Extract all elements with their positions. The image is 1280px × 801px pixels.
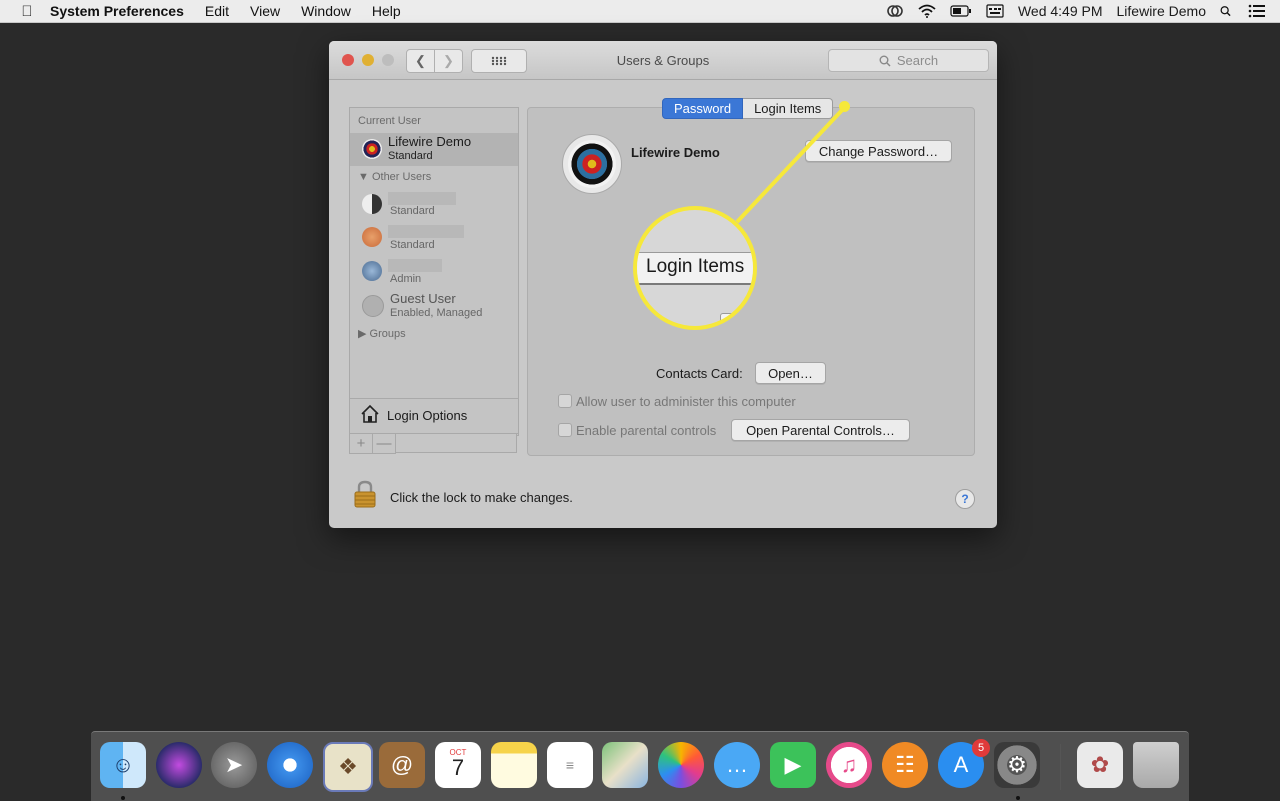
- menu-edit[interactable]: Edit: [205, 3, 229, 19]
- menu-app-name[interactable]: System Preferences: [50, 3, 184, 19]
- guest-user-name: Guest User: [390, 291, 456, 306]
- contacts-icon[interactable]: @: [379, 742, 425, 788]
- guest-user-status: Enabled, Managed: [390, 307, 483, 319]
- apple-menu-icon[interactable]: : [18, 3, 36, 20]
- callout-dot: [839, 101, 850, 112]
- finder-icon[interactable]: ☺: [100, 742, 146, 788]
- target-avatar: [362, 139, 382, 159]
- other-users-header[interactable]: ▼ Other Users: [358, 171, 431, 183]
- preview-icon[interactable]: ✿: [1077, 742, 1123, 788]
- groups-header[interactable]: ▶ Groups: [358, 327, 406, 340]
- user-role: Standard: [390, 239, 435, 251]
- launchpad-icon[interactable]: ➤: [211, 742, 257, 788]
- user-role: Standard: [390, 205, 435, 217]
- menu-bar:  System Preferences Edit View Window He…: [0, 0, 1280, 23]
- running-indicator: [1016, 796, 1020, 800]
- facetime-icon[interactable]: ▶: [770, 742, 816, 788]
- panel-user-name: Lifewire Demo: [631, 145, 720, 160]
- calendar-icon[interactable]: OCT 7: [435, 742, 481, 788]
- magnifier-callout: Login Items: [633, 206, 757, 330]
- lock-icon[interactable]: [354, 480, 376, 508]
- user-picture-frame[interactable]: [562, 134, 622, 194]
- user-list-item-current[interactable]: Lifewire Demo Standard: [350, 133, 518, 166]
- disclosure-triangle-down-icon: ▼: [358, 171, 369, 183]
- title-bar[interactable]: ❮ ❯ Users & Groups Search: [329, 41, 997, 80]
- search-field[interactable]: Search: [828, 49, 989, 72]
- orange-avatar: [362, 227, 382, 247]
- mail-icon[interactable]: ❖: [323, 742, 373, 792]
- running-indicator: [121, 796, 125, 800]
- current-user-role: Standard: [388, 150, 433, 162]
- add-remove-bar: + —: [349, 434, 517, 454]
- creative-cloud-icon[interactable]: [886, 4, 904, 18]
- remove-user-button[interactable]: —: [373, 434, 396, 454]
- allow-admin-checkbox[interactable]: [558, 394, 572, 408]
- user-list-sidebar: Current User Lifewire Demo Standard ▼ Ot…: [349, 107, 519, 436]
- notes-icon[interactable]: [491, 742, 537, 788]
- disclosure-triangle-right-icon: ▶: [358, 328, 367, 340]
- help-button[interactable]: ?: [955, 489, 975, 509]
- magnified-text: Login Items: [646, 256, 745, 277]
- trash-icon[interactable]: [1133, 742, 1179, 788]
- tab-control: Password Login Items: [662, 98, 834, 119]
- system-preferences-icon[interactable]: ⚙: [994, 742, 1040, 788]
- login-options-label: Login Options: [387, 408, 468, 423]
- contacts-card-label: Contacts Card:: [656, 366, 743, 381]
- reminders-icon[interactable]: ≡: [547, 742, 593, 788]
- parental-controls-label: Enable parental controls: [576, 423, 717, 438]
- target-picture-icon: [568, 140, 616, 188]
- add-user-button[interactable]: +: [349, 434, 373, 454]
- house-icon: [361, 404, 379, 423]
- menu-view[interactable]: View: [250, 3, 280, 19]
- contacts-open-button[interactable]: Open…: [755, 362, 826, 384]
- maps-icon[interactable]: [602, 742, 648, 788]
- photos-icon[interactable]: [658, 742, 704, 788]
- messages-icon[interactable]: …: [714, 742, 760, 788]
- magnified-control: [720, 313, 740, 326]
- guest-avatar-icon: [362, 295, 384, 317]
- calendar-day: 7: [451, 754, 465, 780]
- user-role: Admin: [390, 273, 422, 285]
- allow-admin-label: Allow user to administer this computer: [576, 394, 796, 409]
- login-options-item[interactable]: Login Options: [349, 398, 519, 434]
- menu-user[interactable]: Lifewire Demo: [1117, 3, 1206, 19]
- search-placeholder: Search: [896, 53, 939, 68]
- earth-avatar: [362, 261, 382, 281]
- parental-controls-checkbox[interactable]: [558, 423, 572, 437]
- menu-help[interactable]: Help: [372, 3, 401, 19]
- notification-center-icon[interactable]: [1248, 4, 1266, 18]
- open-parental-controls-button[interactable]: Open Parental Controls…: [731, 419, 910, 441]
- menu-clock[interactable]: Wed 4:49 PM: [1018, 3, 1103, 19]
- wifi-icon[interactable]: [918, 4, 936, 18]
- search-icon: [879, 55, 891, 67]
- redacted-name: [388, 192, 456, 205]
- ibooks-icon[interactable]: ☷: [882, 742, 928, 788]
- menu-window[interactable]: Window: [301, 3, 351, 19]
- siri-icon[interactable]: [156, 742, 202, 788]
- itunes-icon[interactable]: ♫: [826, 742, 872, 788]
- tab-login-items[interactable]: Login Items: [743, 98, 834, 119]
- dock-separator: [1060, 744, 1061, 790]
- redacted-name: [388, 225, 464, 238]
- spotlight-search-icon[interactable]: [1220, 4, 1234, 18]
- change-password-button[interactable]: Change Password…: [805, 140, 952, 162]
- yin-yang-avatar: [362, 194, 382, 214]
- lock-message: Click the lock to make changes.: [390, 490, 573, 505]
- redacted-name: [388, 259, 442, 272]
- app-store-badge: 5: [972, 739, 990, 757]
- tab-password[interactable]: Password: [662, 98, 744, 119]
- current-user-header: Current User: [358, 115, 421, 127]
- safari-icon[interactable]: [267, 742, 313, 788]
- dock: ☺ ➤ ❖ @ OCT 7 ≡ … ▶ ♫ ☷ A 5 ⚙ ✿: [91, 731, 1189, 801]
- keyboard-viewer-icon[interactable]: [986, 4, 1004, 18]
- bar-fill: [396, 434, 517, 453]
- battery-icon[interactable]: [950, 4, 972, 18]
- current-user-name: Lifewire Demo: [388, 134, 472, 149]
